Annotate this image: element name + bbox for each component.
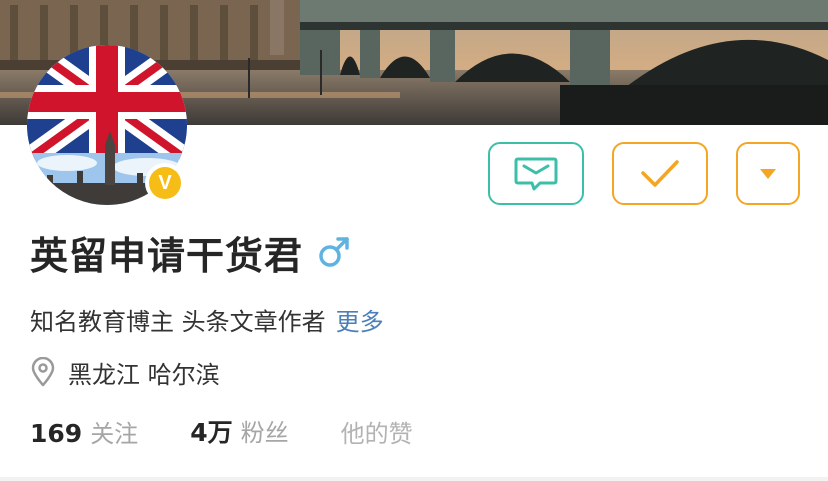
message-icon: [514, 157, 558, 190]
following-label: 关注: [90, 419, 139, 448]
bio-text: 知名教育博主 头条文章作者: [30, 307, 326, 336]
more-options-button[interactable]: [736, 142, 800, 205]
following-count: 169: [30, 418, 83, 448]
location-pin-icon: [31, 357, 55, 387]
location-row: 黑龙江 哈尔滨: [30, 352, 220, 392]
likes-stat[interactable]: 他的赞: [341, 414, 413, 449]
follow-status-button[interactable]: [612, 142, 708, 205]
fans-label: 粉丝: [240, 419, 289, 447]
checkmark-icon: [641, 159, 679, 187]
bio-more-link[interactable]: 更多: [336, 302, 384, 337]
bio-row: 知名教育博主 头条文章作者 更多: [30, 300, 384, 338]
stats-row: 169 关注 4万 粉丝 他的赞: [30, 410, 413, 452]
male-icon: [319, 237, 349, 267]
verified-v-icon: V: [149, 167, 181, 199]
likes-label: 他的赞: [340, 419, 413, 448]
following-stat[interactable]: 169 关注: [30, 414, 138, 449]
profile-page: V 英留申请干货君 知名教育博主 头条文章作者 更多 黑龙江 哈尔滨 169 关…: [0, 0, 828, 481]
message-button[interactable]: [488, 142, 584, 205]
fans-count: 4万: [190, 418, 233, 447]
verified-badge: V: [145, 163, 185, 203]
section-divider: [0, 477, 828, 481]
location-text: 黑龙江 哈尔滨: [68, 360, 220, 389]
fans-stat[interactable]: 4万 粉丝: [190, 413, 288, 449]
caret-down-icon: [760, 168, 776, 179]
name-row: 英留申请干货君: [30, 224, 351, 280]
profile-name: 英留申请干货君: [30, 233, 304, 278]
